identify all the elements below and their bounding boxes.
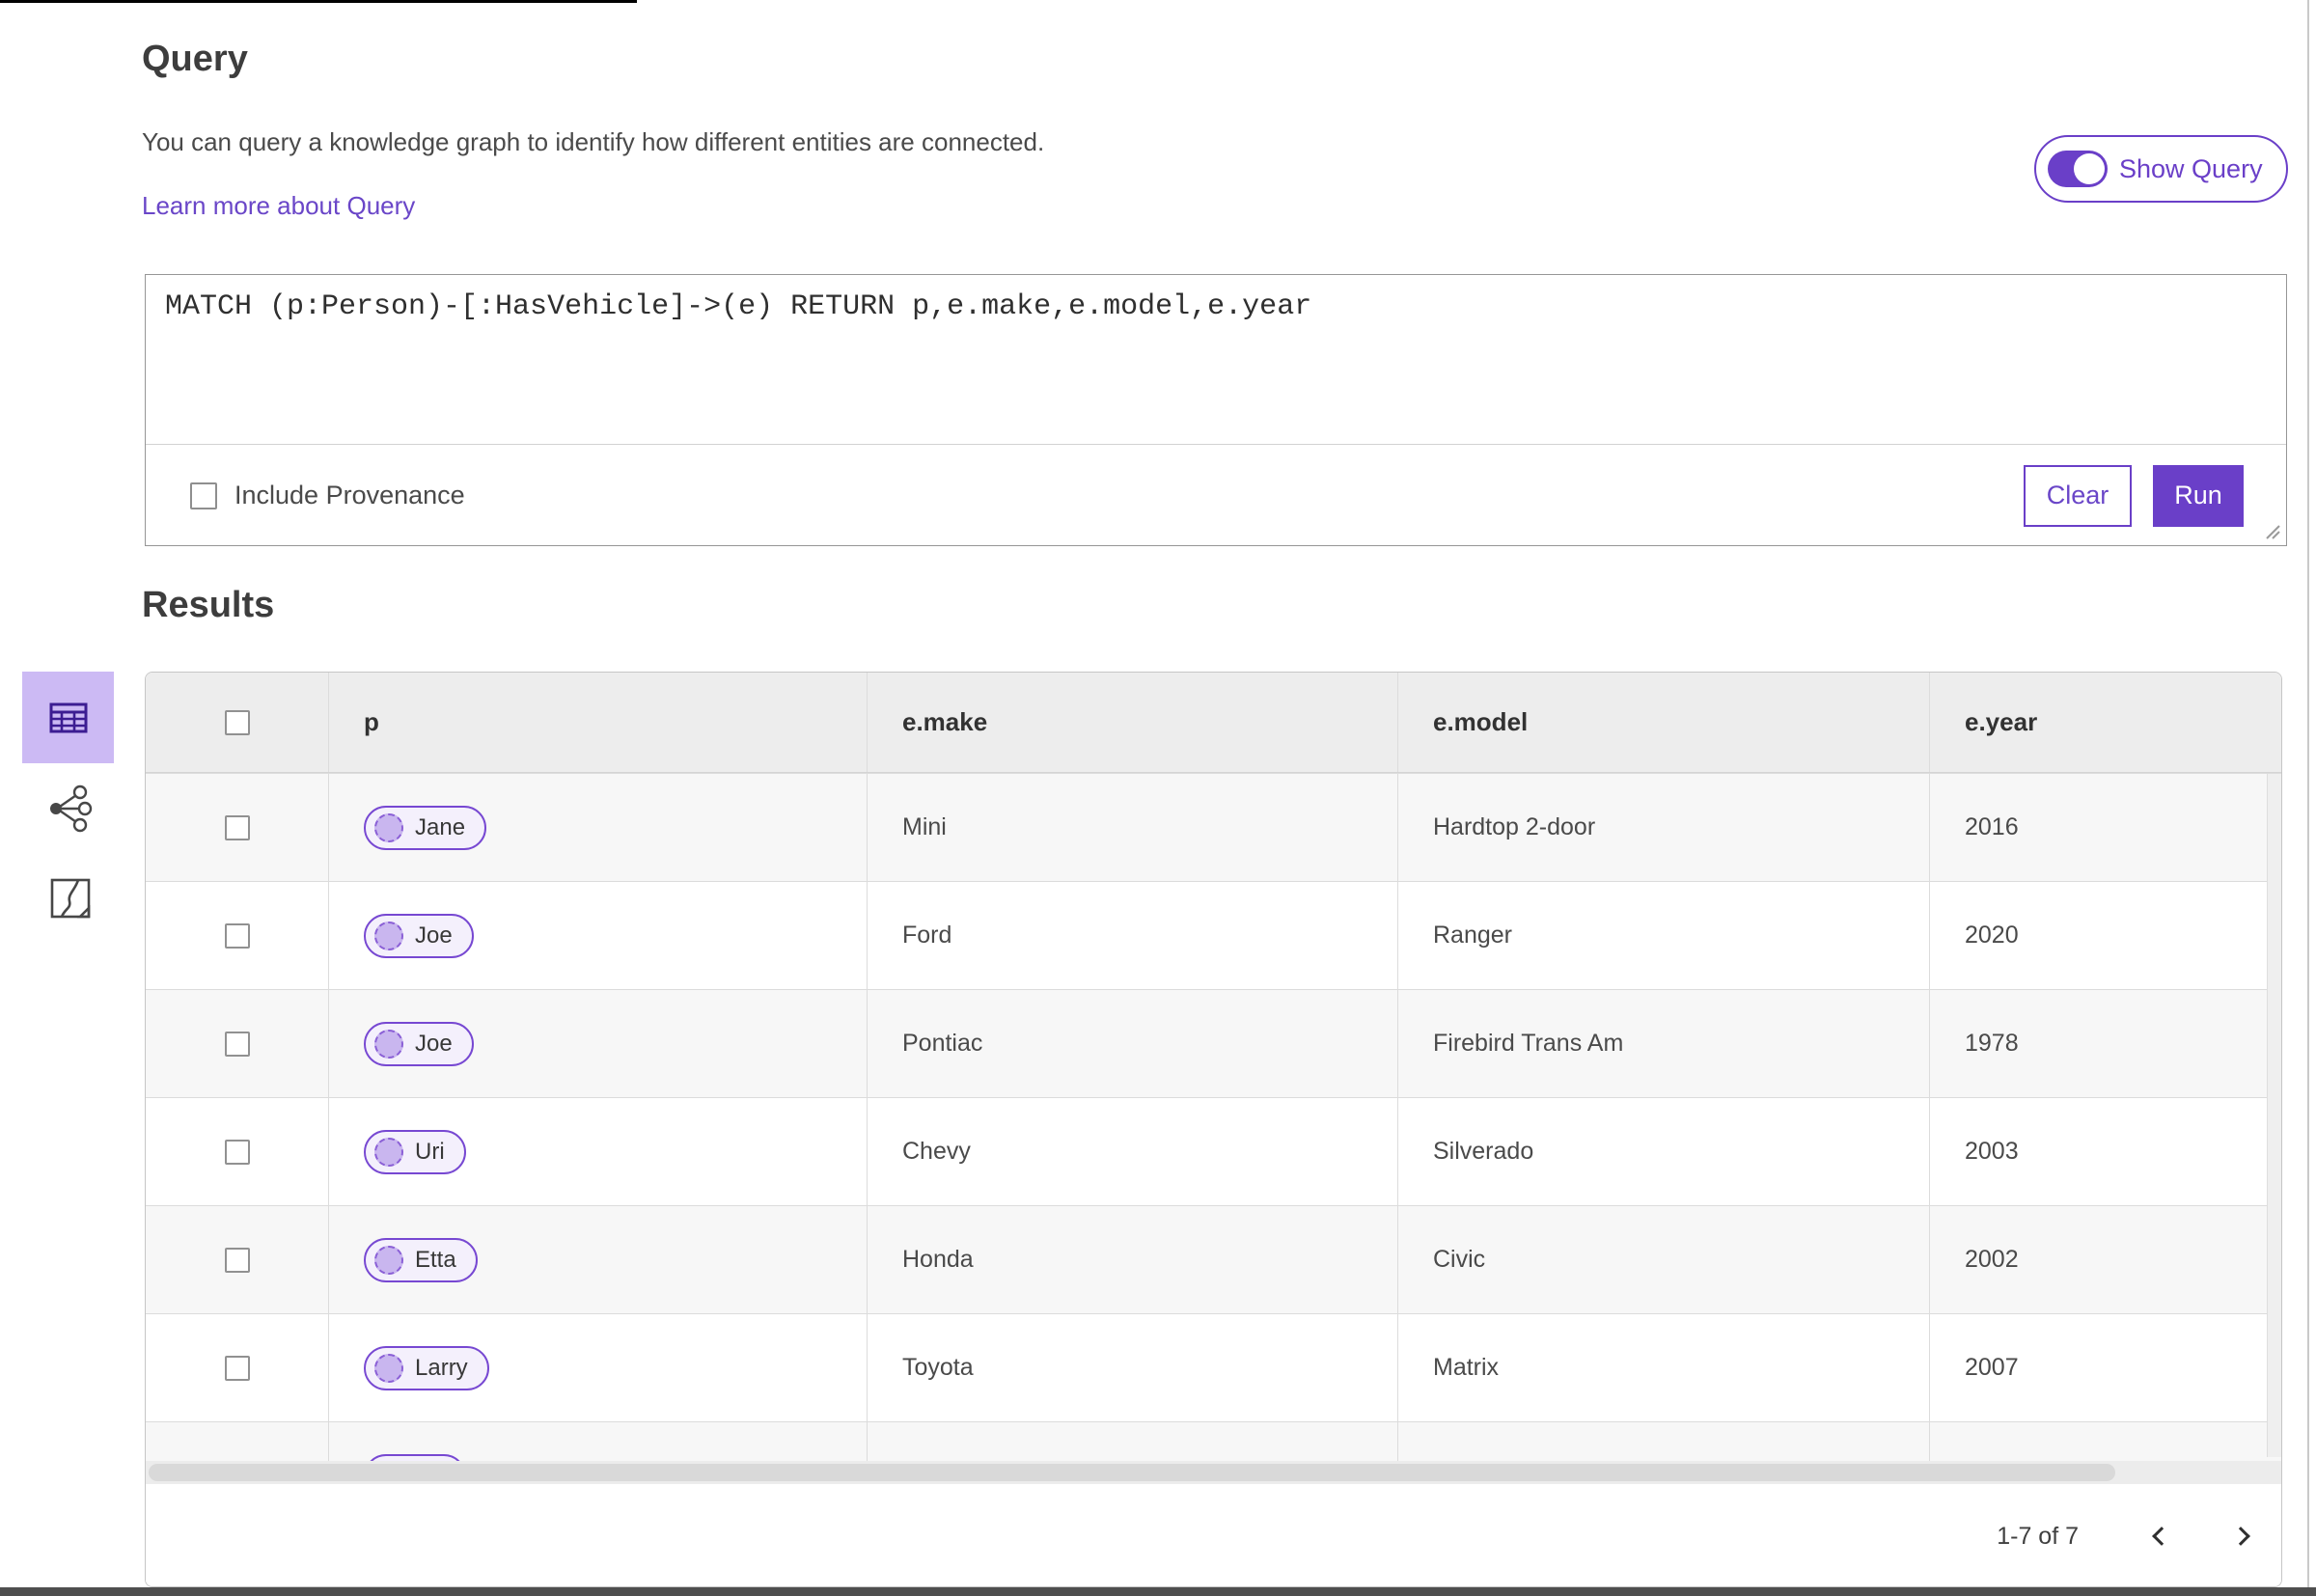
query-editor-panel: MATCH (p:Person)-[:HasVehicle]->(e) RETU… — [145, 274, 2287, 546]
entity-icon — [374, 1245, 403, 1275]
page-description: You can query a knowledge graph to ident… — [142, 127, 1045, 156]
cell-e-year: 2016 — [1965, 813, 2019, 840]
cell-e-model: Matrix — [1398, 1314, 1930, 1421]
entity-label: Joe — [415, 922, 453, 949]
pagination-range-label: 1-7 of 7 — [1997, 1522, 2079, 1550]
row-checkbox[interactable] — [224, 1031, 250, 1057]
vertical-scrollbar[interactable] — [2267, 774, 2281, 1457]
table-row: Joe Ford Ranger 2020 — [146, 881, 2281, 989]
cell-e-model — [1398, 1422, 1930, 1461]
entity-pill[interactable]: Uri — [364, 1129, 466, 1174]
page-title: Query — [142, 39, 248, 79]
column-header-e-model[interactable]: e.model — [1398, 673, 1930, 772]
entity-icon — [374, 1029, 403, 1059]
entity-pill[interactable]: Larry — [364, 1345, 489, 1390]
show-query-label: Show Query — [2119, 153, 2263, 183]
clear-button[interactable]: Clear — [2024, 464, 2132, 527]
table-row: Uri Chevy Silverado 2003 — [146, 1097, 2281, 1205]
query-page: Query You can query a knowledge graph to… — [0, 0, 2316, 1596]
cell-e-make: Pontiac — [868, 990, 1398, 1097]
view-switcher-link-chart-view[interactable] — [42, 782, 96, 836]
row-checkbox[interactable] — [224, 922, 250, 949]
include-provenance-checkbox[interactable] — [190, 482, 217, 509]
cell-e-make — [868, 1422, 1398, 1461]
horizontal-scrollbar-thumb[interactable] — [149, 1464, 2115, 1481]
entity-pill[interactable]: Joe — [364, 913, 474, 958]
row-checkbox[interactable] — [224, 1139, 250, 1165]
cell-e-year — [1930, 1422, 2281, 1461]
chevron-left-icon — [2152, 1527, 2171, 1546]
cell-e-year: 2003 — [1965, 1138, 2019, 1165]
map-view-icon — [50, 878, 91, 919]
row-checkbox[interactable] — [224, 1247, 250, 1273]
cell-e-make: Chevy — [868, 1098, 1398, 1205]
table-row: Larry Toyota Matrix 2007 — [146, 1313, 2281, 1421]
entity-icon — [374, 1353, 403, 1383]
query-textarea[interactable]: MATCH (p:Person)-[:HasVehicle]->(e) RETU… — [146, 275, 2286, 444]
window-edge-bottom — [0, 1587, 2316, 1596]
cell-e-model: Civic — [1398, 1206, 1930, 1313]
include-provenance-option[interactable]: Include Provenance — [190, 481, 465, 510]
cell-e-model: Silverado — [1398, 1098, 1930, 1205]
entity-pill[interactable] — [364, 1454, 466, 1461]
header-checkbox-cell — [146, 673, 329, 772]
run-button[interactable]: Run — [2153, 464, 2244, 527]
cell-e-model: Firebird Trans Am — [1398, 990, 1930, 1097]
table-view-icon — [49, 702, 87, 732]
view-switcher-map-view[interactable] — [46, 874, 95, 922]
entity-label: Larry — [415, 1354, 468, 1381]
window-edge-top — [0, 0, 637, 3]
entity-icon — [374, 1137, 403, 1167]
row-checkbox[interactable] — [224, 814, 250, 840]
editor-footer: Include Provenance Clear Run — [146, 444, 2286, 546]
entity-label: Jane — [415, 813, 466, 840]
entity-pill[interactable]: Jane — [364, 805, 487, 850]
column-header-p[interactable]: p — [329, 673, 868, 772]
pagination-prev-button[interactable] — [2135, 1509, 2189, 1563]
cell-e-model: Ranger — [1398, 882, 1930, 989]
entity-label: Joe — [415, 1030, 453, 1057]
entity-pill[interactable]: Etta — [364, 1237, 478, 1282]
cell-e-year: 2002 — [1965, 1246, 2019, 1273]
table-footer: 1-7 of 7 — [146, 1484, 2281, 1586]
link-chart-view-icon — [50, 784, 93, 833]
horizontal-scrollbar[interactable] — [146, 1461, 2281, 1484]
cell-e-make: Mini — [868, 774, 1398, 881]
table-row: Jane Mini Hardtop 2-door 2016 — [146, 773, 2281, 881]
cell-e-year: 2020 — [1965, 922, 2019, 949]
window-edge-right — [2307, 0, 2309, 1596]
chevron-right-icon — [2231, 1527, 2250, 1546]
show-query-toggle[interactable]: Show Query — [2034, 135, 2288, 203]
column-header-e-year[interactable]: e.year — [1930, 673, 2281, 772]
select-all-checkbox[interactable] — [224, 709, 250, 735]
entity-pill[interactable]: Joe — [364, 1021, 474, 1066]
cell-e-model: Hardtop 2-door — [1398, 774, 1930, 881]
cell-e-make: Honda — [868, 1206, 1398, 1313]
entity-label: Etta — [415, 1246, 456, 1273]
entity-icon — [374, 921, 403, 950]
table-row: Joe Pontiac Firebird Trans Am 1978 — [146, 989, 2281, 1097]
row-checkbox[interactable] — [224, 1355, 250, 1381]
editor-buttons: Clear Run — [2024, 464, 2244, 527]
cell-e-make: Toyota — [868, 1314, 1398, 1421]
toggle-switch-icon[interactable] — [2048, 151, 2108, 187]
results-heading: Results — [142, 585, 275, 625]
resize-grip-icon[interactable] — [2263, 522, 2280, 539]
cell-e-year: 1978 — [1965, 1030, 2019, 1057]
table-row: Etta Honda Civic 2002 — [146, 1205, 2281, 1313]
column-header-e-make[interactable]: e.make — [868, 673, 1398, 772]
view-switcher-table-view[interactable] — [22, 672, 114, 763]
learn-more-link[interactable]: Learn more about Query — [142, 191, 415, 221]
include-provenance-label: Include Provenance — [234, 481, 465, 509]
pagination-next-button[interactable] — [2214, 1509, 2268, 1563]
table-row-partial — [146, 1421, 2281, 1461]
results-table-panel: p e.make e.model e.year Jane Mini Hardto… — [145, 672, 2282, 1587]
cell-e-make: Ford — [868, 882, 1398, 989]
table-header-row: p e.make e.model e.year — [146, 673, 2281, 773]
entity-icon — [374, 812, 403, 842]
toggle-knob — [2074, 153, 2105, 184]
entity-label: Uri — [415, 1138, 445, 1165]
cell-e-year: 2007 — [1965, 1354, 2019, 1381]
